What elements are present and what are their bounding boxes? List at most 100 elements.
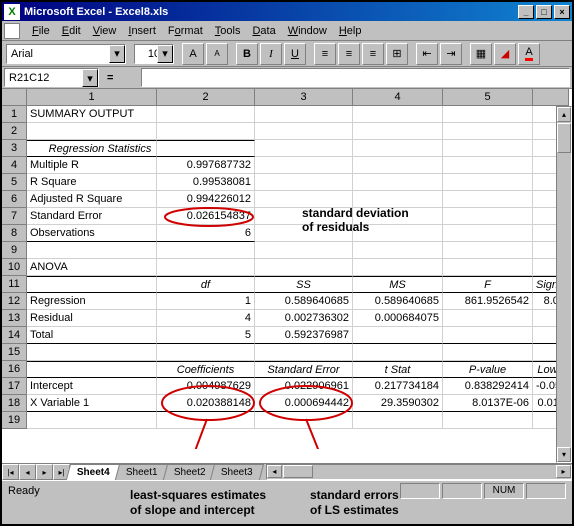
cell[interactable] (353, 327, 443, 344)
row-header[interactable]: 10 (2, 259, 27, 276)
font-dropdown-icon[interactable]: ▾ (109, 45, 125, 63)
column-header[interactable]: 1 (27, 89, 157, 106)
merge-center-button[interactable]: ⊞ (386, 43, 408, 65)
cell[interactable] (255, 157, 353, 174)
cell[interactable] (27, 344, 157, 361)
cell[interactable] (27, 412, 157, 429)
fill-color-button[interactable]: ◢ (494, 43, 516, 65)
cell[interactable]: 1 (157, 293, 255, 310)
cell[interactable]: 0.589640685 (353, 293, 443, 310)
cell[interactable] (255, 344, 353, 361)
cell[interactable] (27, 242, 157, 259)
cell[interactable]: 0.022906961 (255, 378, 353, 395)
menu-help[interactable]: Help (333, 23, 368, 39)
cell[interactable]: 4 (157, 310, 255, 327)
sheet-tab[interactable]: Sheet1 (115, 464, 169, 480)
cell[interactable] (255, 106, 353, 123)
cell[interactable] (157, 412, 255, 429)
cell[interactable] (443, 174, 533, 191)
cell[interactable]: SS (255, 276, 353, 293)
cell[interactable]: 0.000684075 (353, 310, 443, 327)
cell[interactable]: 0.002736302 (255, 310, 353, 327)
sheet-tab[interactable]: Sheet2 (162, 464, 216, 480)
row-header[interactable]: 13 (2, 310, 27, 327)
font-color-button[interactable]: A (518, 43, 540, 65)
cell[interactable] (443, 106, 533, 123)
align-left-button[interactable]: ≡ (314, 43, 336, 65)
font-size-selector[interactable]: 10 ▾ (134, 44, 174, 64)
cell[interactable] (353, 242, 443, 259)
cell[interactable] (443, 140, 533, 157)
column-header[interactable]: 3 (255, 89, 353, 106)
cell[interactable]: 0.004987629 (157, 378, 255, 395)
cell[interactable]: Regression Statistics (27, 140, 157, 157)
formula-eq-icon[interactable]: = (107, 72, 113, 84)
underline-button[interactable]: U (284, 43, 306, 65)
name-box[interactable]: R21C12 ▾ (4, 68, 99, 87)
cell[interactable]: 0.994226012 (157, 191, 255, 208)
cell[interactable] (353, 157, 443, 174)
horizontal-scrollbar[interactable]: ◂ ▸ (266, 464, 572, 480)
cell[interactable] (443, 208, 533, 225)
cell[interactable] (157, 123, 255, 140)
cell[interactable] (255, 412, 353, 429)
cell[interactable] (255, 123, 353, 140)
cell[interactable] (157, 344, 255, 361)
cell[interactable] (443, 123, 533, 140)
italic-button[interactable]: I (260, 43, 282, 65)
sheet-tab[interactable]: Sheet3 (210, 464, 264, 480)
cell[interactable]: t Stat (353, 361, 443, 378)
cell[interactable]: 29.3590302 (353, 395, 443, 412)
cell[interactable]: Regression (27, 293, 157, 310)
row-header[interactable]: 4 (2, 157, 27, 174)
row-header[interactable]: 15 (2, 344, 27, 361)
cell[interactable]: Adjusted R Square (27, 191, 157, 208)
cell[interactable] (353, 259, 443, 276)
cell[interactable] (443, 259, 533, 276)
cell[interactable]: df (157, 276, 255, 293)
cell[interactable] (255, 140, 353, 157)
close-button[interactable]: × (554, 5, 570, 19)
cell[interactable]: 6 (157, 225, 255, 242)
cell[interactable]: Observations (27, 225, 157, 242)
size-dropdown-icon[interactable]: ▾ (157, 45, 173, 63)
cell[interactable] (443, 191, 533, 208)
scroll-left-icon[interactable]: ◂ (267, 465, 282, 478)
cell[interactable]: Coefficients (157, 361, 255, 378)
row-header[interactable]: 19 (2, 412, 27, 429)
row-header[interactable]: 18 (2, 395, 27, 412)
cell[interactable] (443, 310, 533, 327)
hscroll-thumb[interactable] (283, 465, 313, 478)
menu-window[interactable]: Window (282, 23, 333, 39)
tab-prev-icon[interactable]: ◂ (19, 464, 36, 480)
menu-format[interactable]: Format (162, 23, 209, 39)
cell[interactable] (353, 106, 443, 123)
row-header[interactable]: 6 (2, 191, 27, 208)
row-header[interactable]: 9 (2, 242, 27, 259)
maximize-button[interactable]: □ (536, 5, 552, 19)
row-header[interactable]: 3 (2, 140, 27, 157)
cell[interactable]: ANOVA (27, 259, 157, 276)
cell[interactable] (443, 344, 533, 361)
indent-increase-button[interactable]: ⇥ (440, 43, 462, 65)
cell[interactable]: P-value (443, 361, 533, 378)
cell[interactable] (27, 123, 157, 140)
tab-first-icon[interactable]: |◂ (2, 464, 19, 480)
cell[interactable] (353, 174, 443, 191)
cell[interactable] (353, 140, 443, 157)
cell[interactable]: 0.026154837 (157, 208, 255, 225)
borders-button[interactable]: ▦ (470, 43, 492, 65)
menu-tools[interactable]: Tools (209, 23, 247, 39)
font-selector[interactable]: Arial ▾ (6, 44, 126, 64)
cell[interactable]: 0.217734184 (353, 378, 443, 395)
sheet-tab[interactable]: Sheet4 (66, 464, 121, 480)
cell[interactable] (443, 327, 533, 344)
row-header[interactable]: 12 (2, 293, 27, 310)
row-header[interactable]: 14 (2, 327, 27, 344)
scroll-right-icon[interactable]: ▸ (556, 465, 571, 478)
cell[interactable]: 8.0137E-06 (443, 395, 533, 412)
row-header[interactable]: 7 (2, 208, 27, 225)
cell[interactable]: Total (27, 327, 157, 344)
row-header[interactable]: 17 (2, 378, 27, 395)
cell[interactable] (157, 259, 255, 276)
